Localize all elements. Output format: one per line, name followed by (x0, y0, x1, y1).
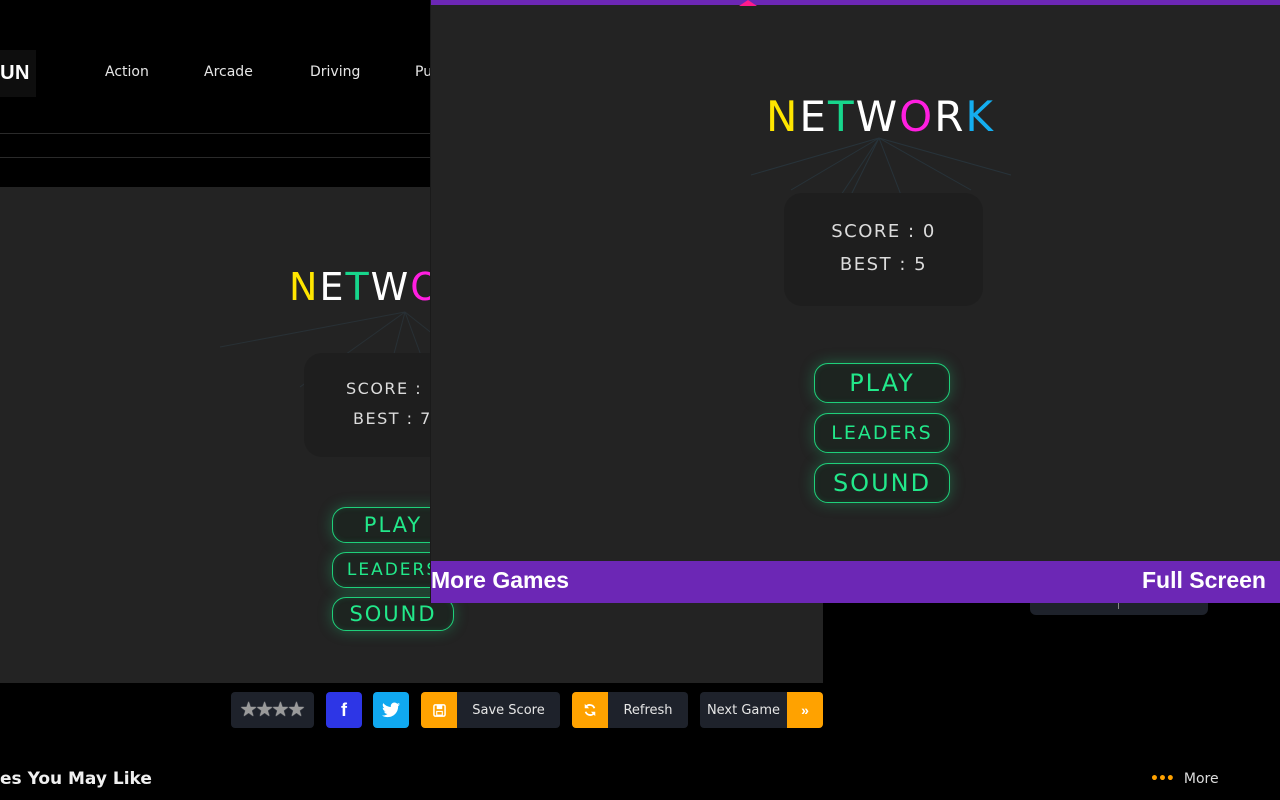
leaders-button[interactable]: LEADERS (814, 413, 950, 453)
site-logo[interactable]: FUN (0, 50, 36, 97)
more-games-button[interactable]: More Games (431, 567, 569, 594)
save-score-button[interactable]: Save Score (421, 692, 560, 728)
double-chevron-right-icon: » (787, 692, 823, 728)
title-letter: E (319, 265, 346, 309)
nav-item-arcade[interactable]: Arcade (204, 64, 253, 80)
title-letter: E (799, 92, 828, 141)
twitter-share-button[interactable] (373, 692, 409, 728)
star-icon[interactable]: ★ (287, 700, 305, 720)
save-score-label: Save Score (472, 702, 545, 718)
game-window[interactable]: NETWORK SCORE : 0 BEST : 5 PLAY LEADERS … (430, 0, 1280, 603)
best-separator: : (899, 254, 915, 275)
games-you-may-like-heading: es You May Like (0, 769, 152, 789)
next-game-label: Next Game (706, 702, 781, 718)
nav-item-driving[interactable]: Driving (310, 64, 360, 80)
title-letter: T (345, 265, 371, 309)
title-letter: W (370, 265, 411, 309)
title-letter: N (766, 92, 800, 141)
best-label: BEST (839, 254, 893, 275)
ellipsis-icon: ••• (1150, 771, 1175, 787)
full-screen-button[interactable]: Full Screen (1142, 567, 1266, 594)
game-bottom-bar: More Games Full Screen (431, 561, 1280, 603)
game-title: NETWORK (766, 92, 995, 141)
best-value: 5 (914, 254, 928, 275)
score-text: SCORE : 0 (784, 221, 983, 242)
next-game-button[interactable]: Next Game » (700, 692, 823, 728)
rating-stars[interactable]: ★ ★ ★ ★ (231, 692, 314, 728)
twitter-icon (382, 702, 400, 718)
title-letter: R (934, 92, 966, 141)
title-letter: O (899, 92, 935, 141)
title-letter: W (855, 92, 900, 141)
score-label: SCORE (831, 221, 901, 242)
title-letter: N (289, 265, 320, 309)
refresh-label: Refresh (623, 702, 673, 718)
nav-item-action[interactable]: Action (105, 64, 149, 80)
score-separator: : (908, 221, 923, 242)
more-games-link[interactable]: ••• More (1150, 771, 1219, 787)
refresh-icon (572, 692, 608, 728)
refresh-button[interactable]: Refresh (572, 692, 688, 728)
best-text: BEST : 5 (784, 254, 983, 275)
facebook-icon: f (341, 699, 347, 720)
title-letter: K (965, 92, 995, 141)
more-label: More (1183, 771, 1219, 787)
title-letter: T (827, 92, 856, 141)
sound-button[interactable]: SOUND (814, 463, 950, 503)
score-panel: SCORE : 0 BEST : 5 (784, 193, 983, 306)
background-game-title: NETWO (289, 265, 442, 309)
facebook-share-button[interactable]: f (326, 692, 362, 728)
score-value: 0 (922, 221, 936, 242)
play-button[interactable]: PLAY (814, 363, 950, 403)
floppy-disk-icon (421, 692, 457, 728)
